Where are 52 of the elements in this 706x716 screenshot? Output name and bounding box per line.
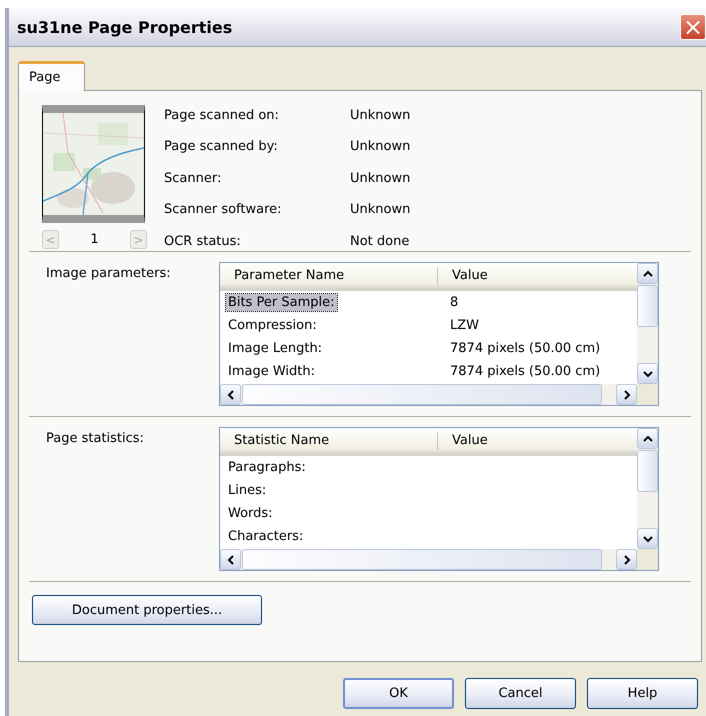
table-cell[interactable]: Characters: (226, 528, 306, 545)
scrollbar-thumb[interactable] (637, 285, 658, 327)
table-cell[interactable]: Image Length: (226, 340, 324, 357)
scrollbar-corner (637, 549, 658, 570)
parameter-list[interactable]: Parameter Name Value Bits Per Sample: 8 Compression: LZW Image Length: 7874 pixels (50.00 cm) Image Width: 7874 pixels (50.00 cm) (219, 262, 659, 406)
table-cell[interactable]: Paragraphs: (226, 459, 308, 476)
field-label: Scanner software: (164, 202, 283, 220)
scroll-up-button[interactable] (637, 428, 658, 449)
field-label: Scanner: (164, 170, 222, 188)
close-button[interactable]: × (680, 14, 706, 40)
scrollbar-thumb[interactable] (242, 549, 602, 570)
table-cell[interactable]: Compression: (226, 317, 319, 334)
section-label: Image parameters: (46, 265, 172, 283)
dialog-button[interactable]: Help (587, 678, 698, 709)
page-number: 1 (90, 232, 99, 247)
scroll-right-button[interactable] (616, 384, 637, 405)
column-header[interactable]: Value (438, 263, 488, 289)
dialog-button[interactable]: Cancel (465, 678, 576, 709)
document-properties-button[interactable]: Document properties... (32, 595, 262, 625)
table-cell: LZW (450, 318, 480, 333)
field-label: Page scanned by: (164, 139, 279, 156)
table-cell[interactable]: Lines: (226, 482, 268, 499)
table-cell[interactable]: Bits Per Sample: (226, 294, 337, 311)
table-cell[interactable]: Words: (226, 505, 275, 522)
field-value: Unknown (350, 108, 410, 125)
tab[interactable]: Page (18, 61, 85, 91)
field-value: Unknown (350, 170, 410, 188)
window-title: su31ne Page Properties (17, 18, 232, 36)
field-label: OCR status: (164, 234, 242, 251)
table-cell: 7874 pixels (50.00 cm) (450, 364, 600, 379)
column-header[interactable]: Statistic Name (220, 432, 438, 450)
dialog-button[interactable]: OK (343, 678, 454, 709)
scroll-up-button[interactable] (637, 263, 658, 284)
scroll-down-button[interactable] (637, 528, 658, 549)
field-value: Unknown (350, 139, 410, 156)
scroll-left-button[interactable] (220, 384, 241, 405)
scrollbar-thumb[interactable] (637, 450, 658, 492)
table-cell: 7874 pixels (50.00 cm) (450, 341, 600, 356)
scrollbar-corner (637, 384, 658, 405)
table-cell[interactable]: Image Width: (226, 363, 317, 380)
scroll-right-button[interactable] (616, 549, 637, 570)
table-cell: 8 (450, 295, 458, 310)
column-header[interactable]: Parameter Name (220, 267, 438, 285)
field-value: Not done (350, 234, 410, 251)
column-header[interactable]: Value (438, 428, 488, 454)
field-value: Unknown (350, 202, 410, 220)
field-label: Page scanned on: (164, 108, 280, 125)
section-label: Page statistics: (46, 430, 145, 448)
scroll-down-button[interactable] (637, 363, 658, 384)
statistics-list[interactable]: Statistic Name Value Paragraphs: Lines: Words: Characters: (219, 427, 659, 571)
scrollbar-thumb[interactable] (242, 384, 602, 405)
scroll-left-button[interactable] (220, 549, 241, 570)
